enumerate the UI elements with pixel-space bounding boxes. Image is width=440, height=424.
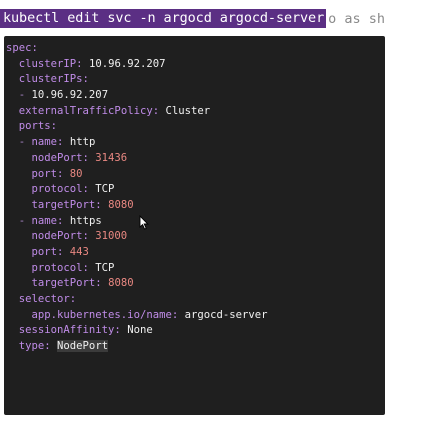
yaml-line: type: NodePort (4, 339, 385, 355)
yaml-number[interactable]: 31000 (95, 230, 127, 242)
command-bar: kubectl edit svc -n argocd argocd-server… (0, 8, 385, 29)
yaml-line: sessionAffinity: None (4, 323, 385, 339)
list-dash: - (18, 89, 32, 102)
yaml-number[interactable]: 8080 (108, 277, 134, 289)
yaml-key: name: (31, 214, 70, 227)
yaml-key: clusterIPs: (18, 73, 89, 86)
mouse-cursor-icon (139, 215, 149, 230)
yaml-line: - 10.96.92.207 (4, 88, 385, 104)
yaml-key: nodePort: (31, 151, 96, 164)
yaml-key: port: (31, 245, 70, 258)
yaml-key: spec: (6, 42, 38, 54)
yaml-line: targetPort: 8080 (4, 276, 385, 292)
yaml-value[interactable]: None (127, 324, 153, 336)
yaml-key: targetPort: (31, 198, 109, 211)
list-dash: - (18, 136, 32, 149)
yaml-key: protocol: (31, 183, 96, 196)
yaml-key: name: (31, 136, 70, 149)
yaml-key: app.kubernetes.io/name: (31, 308, 185, 321)
yaml-key: clusterIP: (18, 57, 89, 70)
yaml-line: nodePort: 31000 (4, 229, 385, 245)
yaml-key: sessionAffinity: (18, 324, 128, 337)
yaml-value[interactable]: http (70, 136, 96, 148)
yaml-line: app.kubernetes.io/name: argocd-server (4, 308, 385, 324)
yaml-number[interactable]: 443 (70, 246, 89, 258)
yaml-line: clusterIP: 10.96.92.207 (4, 57, 385, 73)
yaml-line: - name: https (4, 214, 385, 230)
yaml-key: port: (31, 167, 70, 180)
yaml-line: selector: (4, 292, 385, 308)
yaml-number[interactable]: 8080 (108, 199, 134, 211)
yaml-key: ports: (18, 120, 58, 133)
yaml-value[interactable]: TCP (95, 183, 114, 195)
yaml-number[interactable]: 31436 (95, 152, 127, 164)
yaml-line: targetPort: 8080 (4, 198, 385, 214)
trailing-text: o as sh (328, 10, 386, 27)
terminal-window: spec: clusterIP: 10.96.92.207 clusterIPs… (4, 36, 385, 415)
yaml-number[interactable]: 80 (70, 168, 83, 180)
yaml-line: protocol: TCP (4, 261, 385, 277)
yaml-line: externalTrafficPolicy: Cluster (4, 104, 385, 120)
yaml-value[interactable]: 10.96.92.207 (32, 89, 109, 101)
list-dash: - (18, 214, 32, 227)
yaml-line: - name: http (4, 135, 385, 151)
yaml-key: protocol: (31, 261, 96, 274)
yaml-value[interactable]: 10.96.92.207 (89, 58, 166, 70)
yaml-value[interactable]: NodePort (57, 340, 109, 353)
yaml-value[interactable]: https (70, 215, 102, 227)
yaml-line: protocol: TCP (4, 182, 385, 198)
yaml-key: nodePort: (31, 230, 96, 243)
yaml-line: nodePort: 31436 (4, 151, 385, 167)
yaml-key: selector: (18, 293, 77, 305)
yaml-key: externalTrafficPolicy: (18, 104, 166, 117)
yaml-line: port: 80 (4, 167, 385, 183)
yaml-key: type: (18, 340, 58, 353)
kubectl-command: kubectl edit svc -n argocd argocd-server (0, 9, 327, 28)
yaml-value[interactable]: TCP (95, 262, 114, 274)
yaml-value[interactable]: Cluster (165, 105, 210, 117)
yaml-value[interactable]: argocd-server (185, 309, 268, 321)
yaml-line: port: 443 (4, 245, 385, 261)
yaml-key: targetPort: (31, 277, 109, 290)
yaml-line: spec: (4, 41, 385, 57)
yaml-line: clusterIPs: (4, 72, 385, 88)
yaml-line: ports: (4, 119, 385, 135)
